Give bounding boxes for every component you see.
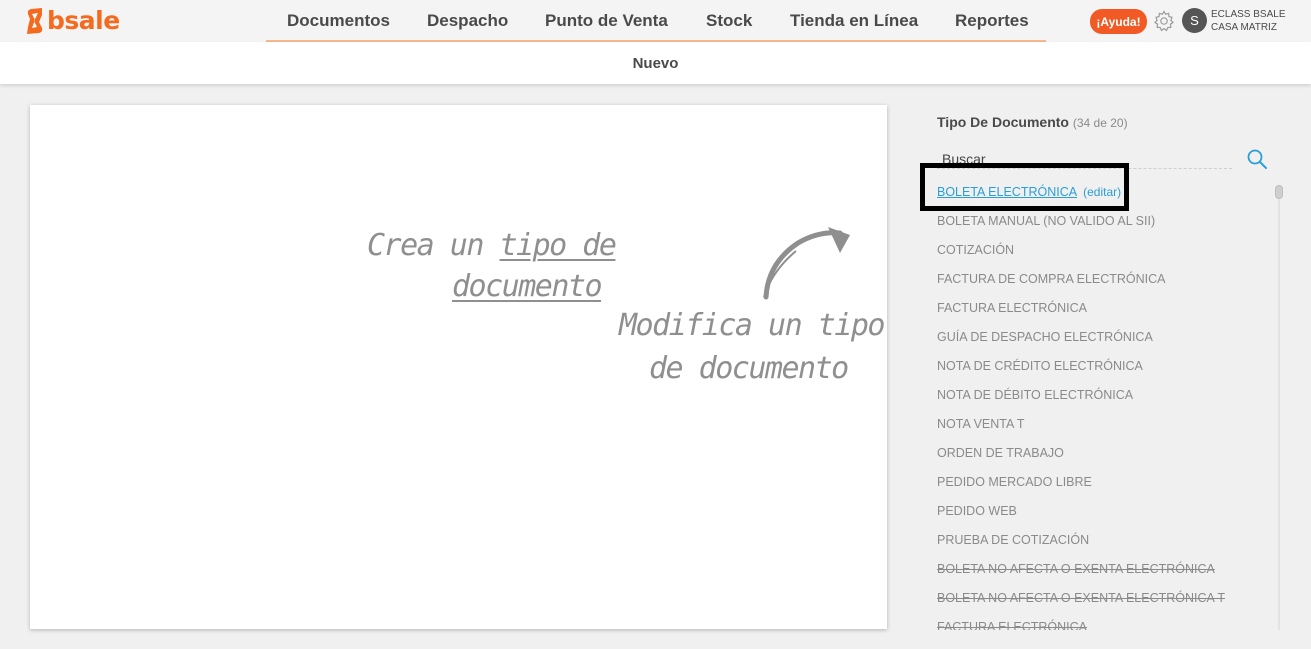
document-type-label: FACTURA DE COMPRA ELECTRÓNICA	[937, 272, 1166, 286]
sub-nav: Nuevo	[0, 42, 1311, 84]
document-type-label: BOLETA NO AFECTA O EXENTA ELECTRÓNICA T	[937, 591, 1226, 605]
document-type-item[interactable]: COTIZACIÓN	[937, 242, 1257, 271]
document-type-item[interactable]: FACTURA ELECTRÓNICA	[937, 619, 1257, 630]
company-info[interactable]: ECLASS BSALE CASA MATRIZ	[1211, 8, 1285, 34]
document-type-label: GUÍA DE DESPACHO ELECTRÓNICA	[937, 330, 1153, 344]
nav-item-tienda-en-linea[interactable]: Tienda en Línea	[790, 11, 918, 31]
document-type-label: PEDIDO MERCADO LIBRE	[937, 475, 1092, 489]
scrollbar-thumb[interactable]	[1275, 185, 1283, 199]
brand-name: bsale	[47, 6, 120, 35]
gear-icon[interactable]	[1152, 9, 1176, 33]
document-type-label: PEDIDO WEB	[937, 504, 1017, 518]
help-button[interactable]: ¡Ayuda!	[1090, 9, 1147, 34]
document-type-item[interactable]: BOLETA NO AFECTA O EXENTA ELECTRÓNICA	[937, 561, 1257, 590]
highlight-box	[920, 163, 1129, 211]
user-avatar[interactable]: S	[1182, 8, 1207, 33]
document-type-item[interactable]: FACTURA ELECTRÓNICA	[937, 300, 1257, 329]
document-type-item[interactable]: GUÍA DE DESPACHO ELECTRÓNICA	[937, 329, 1257, 358]
nav-item-punto-de-venta[interactable]: Punto de Venta	[545, 11, 668, 31]
sidebar-title: Tipo De Documento (34 de 20)	[937, 114, 1128, 130]
main-panel: Crea un tipo de documento Modifica un ti…	[30, 105, 887, 629]
document-type-item[interactable]: BOLETA NO AFECTA O EXENTA ELECTRÓNICA T	[937, 590, 1257, 619]
document-type-label: COTIZACIÓN	[937, 243, 1015, 257]
document-type-label: PRUEBA DE COTIZACIÓN	[937, 533, 1090, 547]
branch-name: CASA MATRIZ	[1211, 22, 1277, 33]
document-type-list: BOLETA ELECTRÓNICA (editar) BOLETA MANUAL …	[937, 184, 1257, 630]
document-type-label: ORDEN DE TRABAJO	[937, 446, 1064, 460]
document-type-label: BOLETA MANUAL (NO VALIDO AL SII)	[937, 214, 1156, 228]
bsale-logo-icon	[27, 8, 43, 34]
document-type-item[interactable]: BOLETA MANUAL (NO VALIDO AL SII)	[937, 213, 1257, 242]
document-type-label: BOLETA NO AFECTA O EXENTA ELECTRÓNICA	[937, 562, 1215, 576]
modify-hint-line1: Modifica un tipo	[619, 308, 885, 343]
subnav-nuevo[interactable]: Nuevo	[0, 55, 1311, 72]
document-type-item[interactable]: ORDEN DE TRABAJO	[937, 445, 1257, 474]
sidebar-count: (34 de 20)	[1072, 116, 1128, 130]
document-type-item[interactable]: NOTA VENTA T	[937, 416, 1257, 445]
document-type-item[interactable]: PEDIDO MERCADO LIBRE	[937, 474, 1257, 503]
brand-logo[interactable]: bsale	[26, 7, 120, 35]
company-name: ECLASS BSALE	[1211, 9, 1286, 20]
document-type-label: NOTA VENTA T	[937, 417, 1025, 431]
top-bar: bsale Documentos Despacho Punto de Venta…	[0, 0, 1311, 42]
document-type-item[interactable]: NOTA DE CRÉDITO ELECTRÓNICA	[937, 358, 1257, 387]
create-hint-link-documento[interactable]: documento	[452, 269, 603, 304]
document-type-label: NOTA DE DÉBITO ELECTRÓNICA	[937, 388, 1134, 402]
create-hint-line2: documento	[452, 267, 603, 307]
scrollbar-track[interactable]	[1278, 186, 1280, 630]
modify-hint-line2: de documento	[649, 351, 849, 386]
create-hint: Crea un tipo de	[367, 226, 617, 266]
document-type-item[interactable]: NOTA DE DÉBITO ELECTRÓNICA	[937, 387, 1257, 416]
create-hint-prefix: Crea un	[367, 228, 484, 263]
main-nav: Documentos Despacho Punto de Venta Stock…	[266, 0, 1046, 42]
nav-item-documentos[interactable]: Documentos	[287, 11, 390, 31]
document-type-label: FACTURA ELECTRÓNICA	[937, 301, 1088, 315]
document-type-label: FACTURA ELECTRÓNICA	[937, 620, 1088, 630]
document-type-item[interactable]: PRUEBA DE COTIZACIÓN	[937, 532, 1257, 561]
nav-item-stock[interactable]: Stock	[706, 11, 752, 31]
nav-item-reportes[interactable]: Reportes	[955, 11, 1029, 31]
document-type-item[interactable]: PEDIDO WEB	[937, 503, 1257, 532]
curved-arrow-icon	[763, 227, 850, 300]
document-type-label: NOTA DE CRÉDITO ELECTRÓNICA	[937, 359, 1143, 373]
document-type-item[interactable]: FACTURA DE COMPRA ELECTRÓNICA	[937, 271, 1257, 300]
search-icon[interactable]	[1246, 148, 1268, 170]
create-hint-link-tipo[interactable]: tipo de	[500, 228, 617, 263]
nav-item-despacho[interactable]: Despacho	[427, 11, 508, 31]
sidebar-title-text: Tipo De Documento	[937, 114, 1069, 130]
